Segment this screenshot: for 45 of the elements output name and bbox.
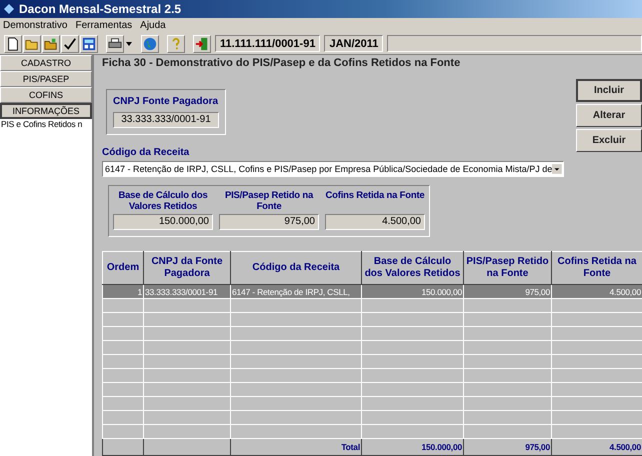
sidebar-item[interactable]: PIS e Cofins Retidos n <box>0 119 92 129</box>
cnpj-label: CNPJ Fonte Pagadora <box>113 96 219 107</box>
menu-item[interactable]: Demonstrativo <box>3 20 68 31</box>
value-field: 975,00 <box>219 214 319 230</box>
sidebar-button[interactable]: PIS/PASEP <box>0 71 92 87</box>
column-header[interactable]: Cofins Retida na Fonte <box>552 252 642 284</box>
sidebar-button[interactable]: CADASTRO <box>0 55 92 71</box>
column-header[interactable]: Código da Receita <box>230 252 362 284</box>
globe-icon[interactable] <box>141 34 159 52</box>
sidebar-button[interactable]: COFINS <box>0 87 92 103</box>
action-button[interactable]: Excluir <box>576 129 642 152</box>
open-folder-icon[interactable] <box>23 34 41 52</box>
receita-dropdown[interactable]: 6147 - Retenção de IRPJ, CSLL, Cofins e PIS/Pasep por Empresa Pública/Sociedade de Economia Mista/PJ de <box>102 161 564 177</box>
printer-icon[interactable] <box>106 34 124 52</box>
calculator-icon[interactable] <box>80 34 98 52</box>
total-value: 975,00 <box>464 438 552 456</box>
help-icon[interactable] <box>167 34 185 52</box>
receita-label: Código da Receita <box>102 147 190 158</box>
sidebar-button[interactable]: INFORMAÇÕES <box>0 103 92 119</box>
total-value: 150.000,00 <box>362 438 464 456</box>
menu-item[interactable]: Ajuda <box>140 20 166 31</box>
check-icon[interactable] <box>61 34 79 52</box>
action-button[interactable]: Incluir <box>576 79 642 102</box>
table-row[interactable]: 1 33.333.333/0001-91 6147 - Retenção de IRPJ, CSLL, 150.000,00 975,00 4.500,00 <box>102 284 642 298</box>
value-label: Base de Cálculo dos Valores Retidos <box>117 190 209 212</box>
column-header[interactable]: Ordem <box>102 252 144 284</box>
form-title: Ficha 30 - Demonstrativo do PIS/Pasep e da Cofins Retidos na Fonte <box>102 57 462 71</box>
column-header[interactable]: PIS/Pasep Retido na Fonte <box>464 252 552 284</box>
new-document-icon[interactable] <box>4 34 22 52</box>
value-label: Cofins Retida na Fonte <box>325 190 425 203</box>
window-title: Dacon Mensal-Semestral 2.5 <box>19 2 182 16</box>
column-header[interactable]: CNPJ da Fonte Pagadora <box>144 252 230 284</box>
cnpj-value-field: 33.333.333/0001-91 <box>113 112 219 128</box>
exit-door-icon[interactable] <box>193 34 211 52</box>
value-field: 150.000,00 <box>113 214 213 230</box>
column-header[interactable]: Base de Cálculo dos Valores Retidos <box>362 252 464 284</box>
action-button[interactable]: Alterar <box>576 104 642 127</box>
total-label: Total <box>230 438 362 456</box>
app-icon <box>3 3 15 15</box>
cnpj-field: 11.111.111/0001-91 <box>215 35 320 52</box>
menu-item[interactable]: Ferramentas <box>75 20 132 31</box>
folder-icon[interactable] <box>42 34 60 52</box>
value-label: PIS/Pasep Retido na Fonte <box>224 190 314 212</box>
period-field: JAN/2011 <box>324 35 384 52</box>
value-field: 4.500,00 <box>325 214 425 230</box>
